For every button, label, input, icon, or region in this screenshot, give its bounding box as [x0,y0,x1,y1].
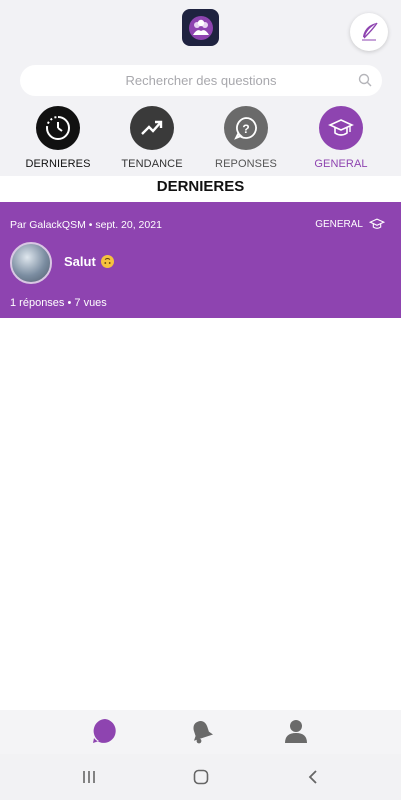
search-input[interactable]: Rechercher des questions [20,65,382,96]
category-label: DERNIERES [25,158,91,170]
card-title-text: Salut [64,254,96,269]
clock-icon [36,106,80,150]
question-icon: ? [224,106,268,150]
profile-icon[interactable] [281,716,311,746]
quill-icon [362,22,378,41]
card-stats: 1 réponses • 7 vues [10,297,107,309]
svg-text:?: ? [242,122,249,136]
home-icon[interactable] [190,767,212,787]
back-icon[interactable] [302,767,324,787]
graduation-cap-icon [319,106,363,150]
card-category: GENERAL [315,216,385,232]
category-dernieres[interactable]: DERNIERES [13,106,103,170]
category-label: GENERAL [314,158,368,170]
section-title: DERNIERES [156,178,245,195]
compose-button[interactable] [350,13,388,51]
app-logo-icon[interactable] [182,9,219,46]
category-tendance[interactable]: TENDANCE [107,106,197,170]
upside-down-face-emoji-icon [100,255,114,268]
recents-icon[interactable] [78,767,100,787]
search-icon[interactable] [358,73,372,87]
card-title[interactable]: Salut [64,254,114,269]
search-placeholder: Rechercher des questions [125,73,277,88]
graduation-cap-icon [369,218,385,229]
system-nav [0,754,401,800]
card-category-label: GENERAL [315,218,363,230]
category-label: TENDANCE [121,158,183,170]
bottom-nav [0,710,401,754]
card-meta: Par GalackQSM • sept. 20, 2021 [10,219,162,231]
chat-icon[interactable] [90,716,120,746]
avatar[interactable] [10,242,52,284]
bell-icon[interactable] [186,716,216,746]
category-label: REPONSES [215,158,277,170]
category-general[interactable]: GENERAL [296,106,386,170]
question-card[interactable]: Par GalackQSM • sept. 20, 2021 GENERAL S… [0,202,401,318]
category-reponses[interactable]: ? REPONSES [201,106,291,170]
trending-icon [130,106,174,150]
